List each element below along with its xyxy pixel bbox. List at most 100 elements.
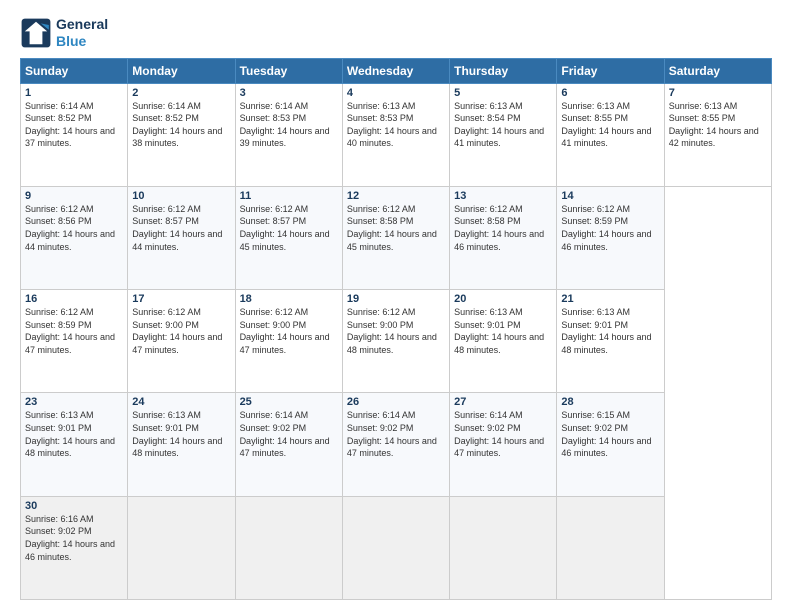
calendar-cell	[342, 496, 449, 599]
day-info: Sunrise: 6:12 AM Sunset: 8:59 PM Dayligh…	[25, 306, 123, 356]
calendar-cell: 27 Sunrise: 6:14 AM Sunset: 9:02 PM Dayl…	[450, 393, 557, 496]
day-info: Sunrise: 6:13 AM Sunset: 9:01 PM Dayligh…	[25, 409, 123, 459]
calendar-cell: 4 Sunrise: 6:13 AM Sunset: 8:53 PM Dayli…	[342, 83, 449, 186]
day-number: 10	[132, 190, 230, 202]
day-info: Sunrise: 6:12 AM Sunset: 8:57 PM Dayligh…	[132, 203, 230, 253]
day-number: 5	[454, 87, 552, 99]
day-header-sunday: Sunday	[21, 58, 128, 83]
calendar-cell: 10 Sunrise: 6:12 AM Sunset: 8:57 PM Dayl…	[128, 186, 235, 289]
page: General Blue SundayMondayTuesdayWednesda…	[0, 0, 792, 612]
calendar-cell: 9 Sunrise: 6:12 AM Sunset: 8:56 PM Dayli…	[21, 186, 128, 289]
day-info: Sunrise: 6:12 AM Sunset: 9:00 PM Dayligh…	[132, 306, 230, 356]
calendar-cell: 1 Sunrise: 6:14 AM Sunset: 8:52 PM Dayli…	[21, 83, 128, 186]
day-info: Sunrise: 6:14 AM Sunset: 9:02 PM Dayligh…	[454, 409, 552, 459]
day-header-tuesday: Tuesday	[235, 58, 342, 83]
day-number: 4	[347, 87, 445, 99]
day-info: Sunrise: 6:14 AM Sunset: 8:52 PM Dayligh…	[25, 100, 123, 150]
day-info: Sunrise: 6:14 AM Sunset: 8:52 PM Dayligh…	[132, 100, 230, 150]
day-info: Sunrise: 6:13 AM Sunset: 8:55 PM Dayligh…	[669, 100, 767, 150]
day-number: 16	[25, 293, 123, 305]
week-row-1: 1 Sunrise: 6:14 AM Sunset: 8:52 PM Dayli…	[21, 83, 772, 186]
calendar-cell	[450, 496, 557, 599]
calendar-cell: 14 Sunrise: 6:12 AM Sunset: 8:59 PM Dayl…	[557, 186, 664, 289]
day-number: 21	[561, 293, 659, 305]
calendar-cell: 7 Sunrise: 6:13 AM Sunset: 8:55 PM Dayli…	[664, 83, 771, 186]
calendar-cell	[235, 496, 342, 599]
day-info: Sunrise: 6:14 AM Sunset: 9:02 PM Dayligh…	[240, 409, 338, 459]
day-number: 27	[454, 396, 552, 408]
day-number: 18	[240, 293, 338, 305]
week-row-3: 16 Sunrise: 6:12 AM Sunset: 8:59 PM Dayl…	[21, 290, 772, 393]
day-header-monday: Monday	[128, 58, 235, 83]
day-info: Sunrise: 6:14 AM Sunset: 9:02 PM Dayligh…	[347, 409, 445, 459]
day-number: 28	[561, 396, 659, 408]
calendar-cell: 19 Sunrise: 6:12 AM Sunset: 9:00 PM Dayl…	[342, 290, 449, 393]
calendar-cell	[128, 496, 235, 599]
calendar-cell: 11 Sunrise: 6:12 AM Sunset: 8:57 PM Dayl…	[235, 186, 342, 289]
calendar-cell: 23 Sunrise: 6:13 AM Sunset: 9:01 PM Dayl…	[21, 393, 128, 496]
day-info: Sunrise: 6:12 AM Sunset: 9:00 PM Dayligh…	[347, 306, 445, 356]
day-number: 1	[25, 87, 123, 99]
day-header-friday: Friday	[557, 58, 664, 83]
calendar-cell: 20 Sunrise: 6:13 AM Sunset: 9:01 PM Dayl…	[450, 290, 557, 393]
calendar-cell: 26 Sunrise: 6:14 AM Sunset: 9:02 PM Dayl…	[342, 393, 449, 496]
day-number: 25	[240, 396, 338, 408]
day-info: Sunrise: 6:14 AM Sunset: 8:53 PM Dayligh…	[240, 100, 338, 150]
calendar-table: SundayMondayTuesdayWednesdayThursdayFrid…	[20, 58, 772, 600]
calendar-cell: 3 Sunrise: 6:14 AM Sunset: 8:53 PM Dayli…	[235, 83, 342, 186]
calendar-cell: 21 Sunrise: 6:13 AM Sunset: 9:01 PM Dayl…	[557, 290, 664, 393]
day-info: Sunrise: 6:16 AM Sunset: 9:02 PM Dayligh…	[25, 513, 123, 563]
header: General Blue	[20, 16, 772, 50]
day-number: 13	[454, 190, 552, 202]
calendar-cell: 12 Sunrise: 6:12 AM Sunset: 8:58 PM Dayl…	[342, 186, 449, 289]
logo-icon	[20, 17, 52, 49]
day-info: Sunrise: 6:13 AM Sunset: 9:01 PM Dayligh…	[132, 409, 230, 459]
day-number: 9	[25, 190, 123, 202]
calendar-cell: 5 Sunrise: 6:13 AM Sunset: 8:54 PM Dayli…	[450, 83, 557, 186]
calendar-cell: 2 Sunrise: 6:14 AM Sunset: 8:52 PM Dayli…	[128, 83, 235, 186]
day-number: 11	[240, 190, 338, 202]
calendar-cell: 24 Sunrise: 6:13 AM Sunset: 9:01 PM Dayl…	[128, 393, 235, 496]
day-number: 2	[132, 87, 230, 99]
logo-text: General Blue	[56, 16, 108, 50]
day-number: 12	[347, 190, 445, 202]
calendar-cell: 17 Sunrise: 6:12 AM Sunset: 9:00 PM Dayl…	[128, 290, 235, 393]
day-number: 3	[240, 87, 338, 99]
day-number: 20	[454, 293, 552, 305]
day-number: 23	[25, 396, 123, 408]
day-header-wednesday: Wednesday	[342, 58, 449, 83]
day-number: 7	[669, 87, 767, 99]
day-number: 19	[347, 293, 445, 305]
day-info: Sunrise: 6:12 AM Sunset: 8:59 PM Dayligh…	[561, 203, 659, 253]
calendar-cell: 16 Sunrise: 6:12 AM Sunset: 8:59 PM Dayl…	[21, 290, 128, 393]
day-info: Sunrise: 6:12 AM Sunset: 8:58 PM Dayligh…	[454, 203, 552, 253]
calendar-body: 1 Sunrise: 6:14 AM Sunset: 8:52 PM Dayli…	[21, 83, 772, 599]
day-info: Sunrise: 6:13 AM Sunset: 8:54 PM Dayligh…	[454, 100, 552, 150]
day-number: 17	[132, 293, 230, 305]
day-info: Sunrise: 6:12 AM Sunset: 8:58 PM Dayligh…	[347, 203, 445, 253]
calendar-cell: 6 Sunrise: 6:13 AM Sunset: 8:55 PM Dayli…	[557, 83, 664, 186]
day-info: Sunrise: 6:12 AM Sunset: 8:57 PM Dayligh…	[240, 203, 338, 253]
week-row-5: 30 Sunrise: 6:16 AM Sunset: 9:02 PM Dayl…	[21, 496, 772, 599]
day-info: Sunrise: 6:12 AM Sunset: 9:00 PM Dayligh…	[240, 306, 338, 356]
calendar-cell: 18 Sunrise: 6:12 AM Sunset: 9:00 PM Dayl…	[235, 290, 342, 393]
day-header-saturday: Saturday	[664, 58, 771, 83]
day-info: Sunrise: 6:12 AM Sunset: 8:56 PM Dayligh…	[25, 203, 123, 253]
calendar-header-row: SundayMondayTuesdayWednesdayThursdayFrid…	[21, 58, 772, 83]
day-info: Sunrise: 6:15 AM Sunset: 9:02 PM Dayligh…	[561, 409, 659, 459]
day-info: Sunrise: 6:13 AM Sunset: 8:53 PM Dayligh…	[347, 100, 445, 150]
day-number: 30	[25, 500, 123, 512]
week-row-2: 9 Sunrise: 6:12 AM Sunset: 8:56 PM Dayli…	[21, 186, 772, 289]
day-number: 26	[347, 396, 445, 408]
day-info: Sunrise: 6:13 AM Sunset: 9:01 PM Dayligh…	[561, 306, 659, 356]
day-number: 6	[561, 87, 659, 99]
day-info: Sunrise: 6:13 AM Sunset: 8:55 PM Dayligh…	[561, 100, 659, 150]
day-info: Sunrise: 6:13 AM Sunset: 9:01 PM Dayligh…	[454, 306, 552, 356]
week-row-4: 23 Sunrise: 6:13 AM Sunset: 9:01 PM Dayl…	[21, 393, 772, 496]
calendar-cell: 28 Sunrise: 6:15 AM Sunset: 9:02 PM Dayl…	[557, 393, 664, 496]
calendar-cell: 13 Sunrise: 6:12 AM Sunset: 8:58 PM Dayl…	[450, 186, 557, 289]
calendar-cell	[557, 496, 664, 599]
day-number: 24	[132, 396, 230, 408]
calendar-cell: 25 Sunrise: 6:14 AM Sunset: 9:02 PM Dayl…	[235, 393, 342, 496]
day-header-thursday: Thursday	[450, 58, 557, 83]
